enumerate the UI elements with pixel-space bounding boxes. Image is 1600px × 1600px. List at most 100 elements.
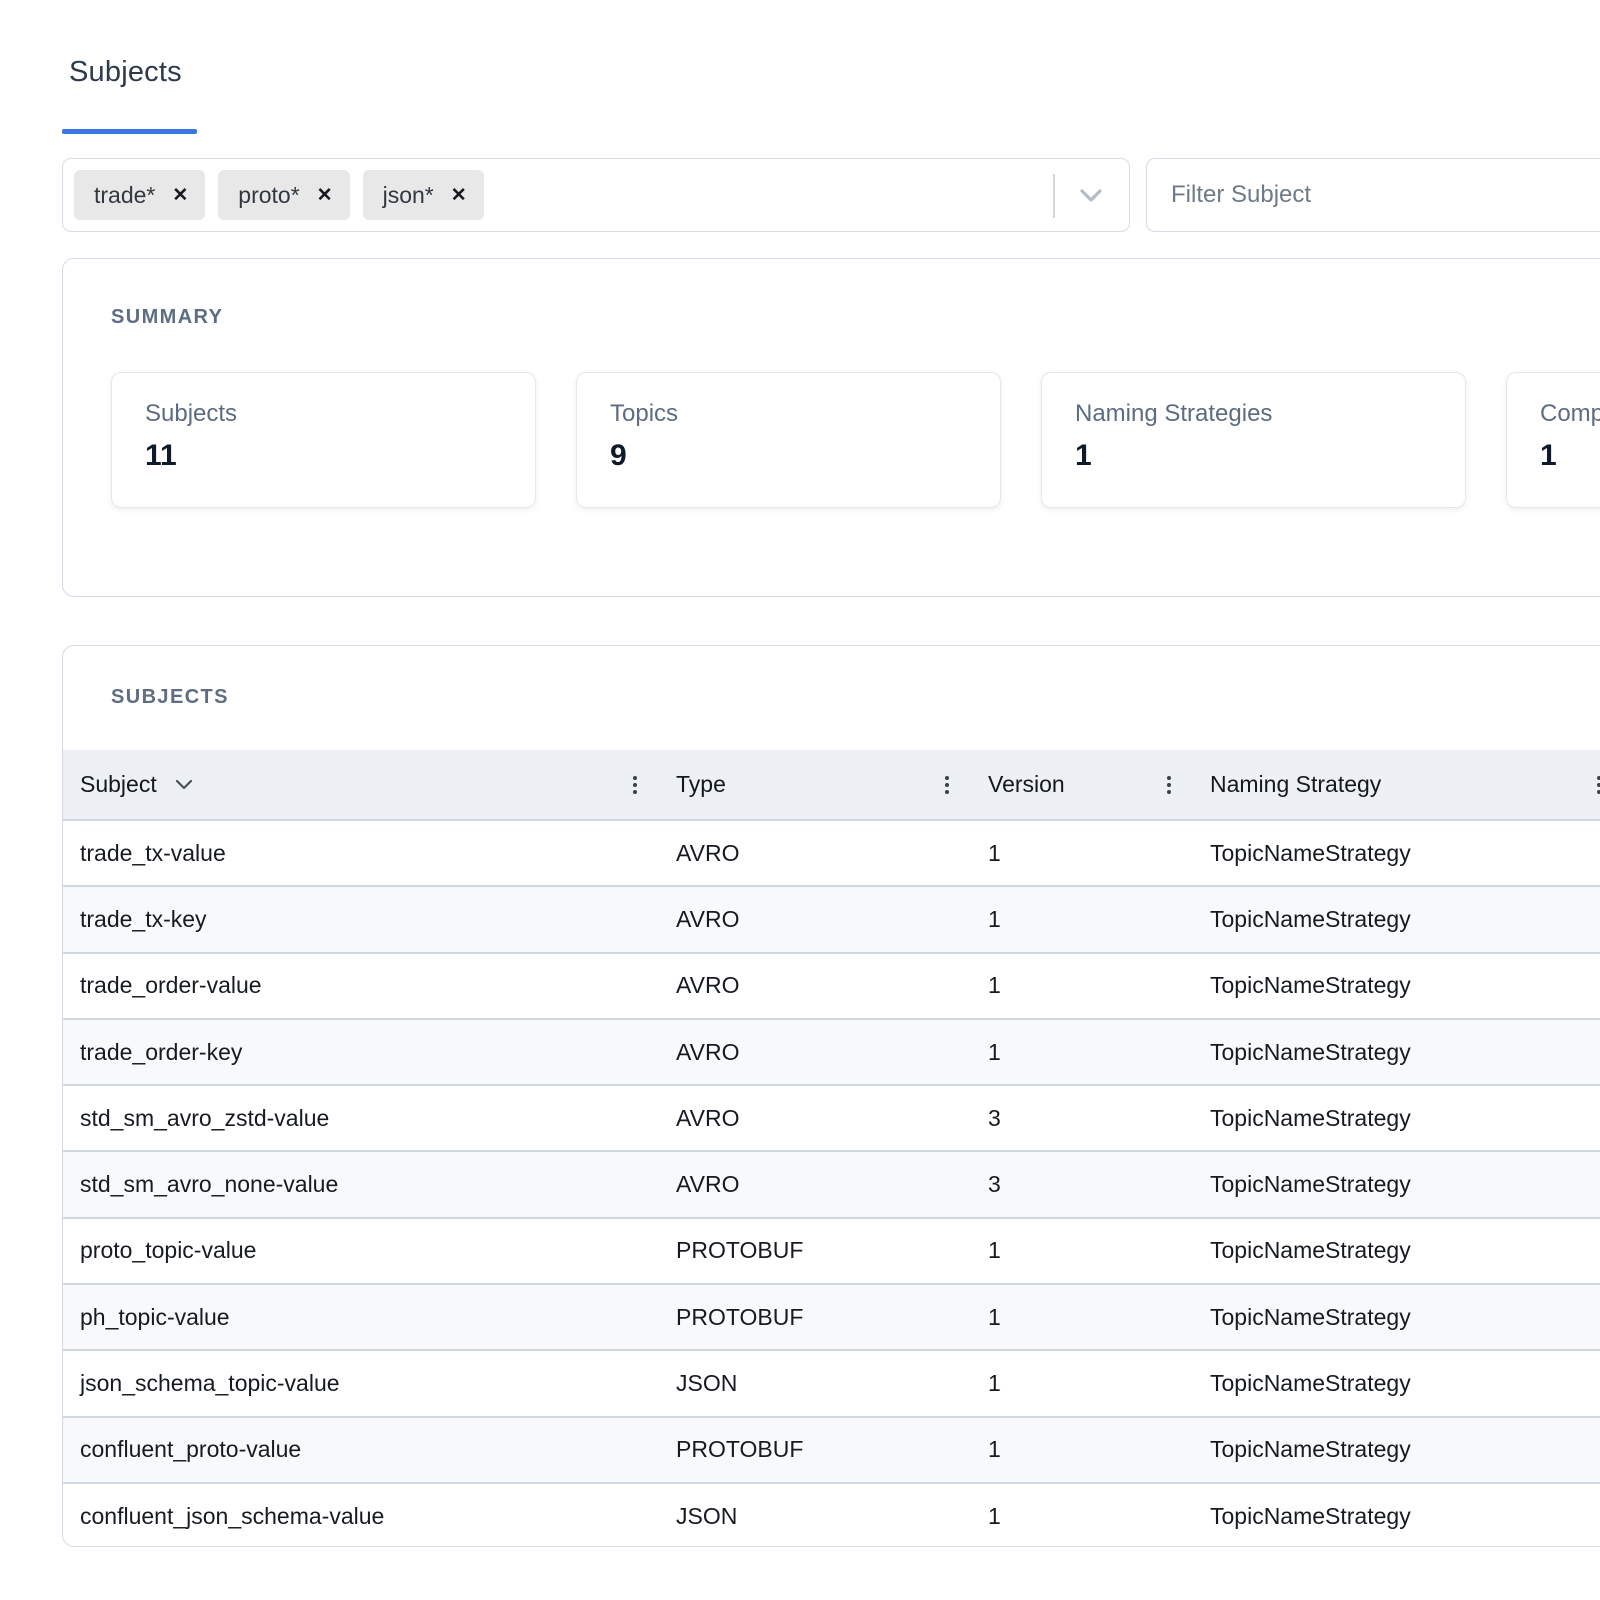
active-tab-underline — [62, 129, 197, 134]
column-header-label: Version — [988, 771, 1065, 798]
subjects-section-title: SUBJECTS — [111, 686, 229, 708]
cell-subject: trade_tx-value — [63, 821, 659, 885]
cell-type: JSON — [659, 1351, 971, 1415]
table-row[interactable]: proto_topic-value PROTOBUF 1 TopicNameSt… — [63, 1217, 1600, 1283]
cell-naming-strategy: TopicNameStrategy — [1193, 1484, 1600, 1547]
column-menu-icon[interactable] — [1167, 776, 1171, 794]
summary-card-topics: Topics 9 — [576, 372, 1001, 508]
table-header-row: Subject Type Version Naming Strategy — [63, 750, 1600, 819]
cell-naming-strategy: TopicNameStrategy — [1193, 1219, 1600, 1283]
filter-chip-list: trade* ✕ proto* ✕ json* ✕ — [74, 170, 484, 220]
remove-chip-icon[interactable]: ✕ — [451, 186, 467, 205]
table-row[interactable]: trade_order-key AVRO 1 TopicNameStrategy — [63, 1018, 1600, 1084]
subject-filter-multiselect[interactable]: trade* ✕ proto* ✕ json* ✕ — [62, 158, 1130, 232]
cell-version: 1 — [971, 1418, 1193, 1482]
card-label: Naming Strategies — [1075, 400, 1465, 428]
cell-type: AVRO — [659, 821, 971, 885]
table-row[interactable]: json_schema_topic-value JSON 1 TopicName… — [63, 1349, 1600, 1415]
cell-subject: trade_tx-key — [63, 887, 659, 951]
cell-subject: proto_topic-value — [63, 1219, 659, 1283]
summary-card-subjects: Subjects 11 — [111, 372, 536, 508]
cell-type: AVRO — [659, 954, 971, 1018]
cell-subject: confluent_proto-value — [63, 1418, 659, 1482]
column-header-label: Type — [676, 771, 726, 798]
cell-type: AVRO — [659, 887, 971, 951]
card-label: Subjects — [145, 400, 535, 428]
column-header-subject[interactable]: Subject — [63, 750, 659, 819]
column-menu-icon[interactable] — [633, 776, 637, 794]
card-value: 1 — [1540, 439, 1600, 473]
table-row[interactable]: ph_topic-value PROTOBUF 1 TopicNameStrat… — [63, 1283, 1600, 1349]
cell-type: PROTOBUF — [659, 1285, 971, 1349]
cell-naming-strategy: TopicNameStrategy — [1193, 954, 1600, 1018]
summary-card-compatibility: Compa 1 — [1506, 372, 1600, 508]
cell-version: 1 — [971, 954, 1193, 1018]
chip-label: json* — [383, 182, 434, 209]
filter-chip-trade[interactable]: trade* ✕ — [74, 170, 205, 220]
card-label: Topics — [610, 400, 1000, 428]
multiselect-divider — [1053, 174, 1055, 218]
chip-label: proto* — [238, 182, 299, 209]
card-value: 1 — [1075, 439, 1465, 473]
cell-version: 1 — [971, 1285, 1193, 1349]
cell-version: 3 — [971, 1152, 1193, 1216]
cell-subject: std_sm_avro_zstd-value — [63, 1086, 659, 1150]
summary-section-title: SUMMARY — [111, 306, 223, 329]
page: Subjects trade* ✕ proto* ✕ json* ✕ SUMMA… — [0, 0, 1600, 1600]
cell-naming-strategy: TopicNameStrategy — [1193, 1418, 1600, 1482]
subjects-panel: SUBJECTS Subject Type Version Naming Str… — [62, 645, 1600, 1547]
cell-naming-strategy: TopicNameStrategy — [1193, 887, 1600, 951]
chevron-down-icon[interactable] — [1079, 188, 1103, 204]
column-header-naming-strategy[interactable]: Naming Strategy — [1193, 750, 1600, 819]
cell-version: 1 — [971, 1484, 1193, 1547]
cell-subject: json_schema_topic-value — [63, 1351, 659, 1415]
cell-subject: trade_order-key — [63, 1020, 659, 1084]
cell-subject: std_sm_avro_none-value — [63, 1152, 659, 1216]
column-menu-icon[interactable] — [945, 776, 949, 794]
cell-subject: ph_topic-value — [63, 1285, 659, 1349]
table-row[interactable]: trade_tx-value AVRO 1 TopicNameStrategy — [63, 819, 1600, 885]
subjects-section-title-area: SUBJECTS — [63, 646, 1600, 750]
table-row[interactable]: confluent_proto-value PROTOBUF 1 TopicNa… — [63, 1416, 1600, 1482]
subject-filter-input[interactable] — [1146, 158, 1600, 232]
column-header-version[interactable]: Version — [971, 750, 1193, 819]
cell-subject: confluent_json_schema-value — [63, 1484, 659, 1547]
card-value: 11 — [145, 439, 535, 473]
cell-type: PROTOBUF — [659, 1418, 971, 1482]
column-header-label: Subject — [80, 771, 157, 798]
cell-version: 1 — [971, 1020, 1193, 1084]
cell-naming-strategy: TopicNameStrategy — [1193, 1285, 1600, 1349]
cell-type: AVRO — [659, 1086, 971, 1150]
cell-naming-strategy: TopicNameStrategy — [1193, 821, 1600, 885]
cell-type: AVRO — [659, 1020, 971, 1084]
table-row[interactable]: trade_order-value AVRO 1 TopicNameStrate… — [63, 952, 1600, 1018]
table-row[interactable]: trade_tx-key AVRO 1 TopicNameStrategy — [63, 885, 1600, 951]
cell-version: 1 — [971, 1351, 1193, 1415]
cell-subject: trade_order-value — [63, 954, 659, 1018]
remove-chip-icon[interactable]: ✕ — [172, 186, 188, 205]
table-row[interactable]: std_sm_avro_zstd-value AVRO 3 TopicNameS… — [63, 1084, 1600, 1150]
column-header-type[interactable]: Type — [659, 750, 971, 819]
filter-chip-proto[interactable]: proto* ✕ — [218, 170, 349, 220]
cell-naming-strategy: TopicNameStrategy — [1193, 1020, 1600, 1084]
cell-version: 3 — [971, 1086, 1193, 1150]
cell-type: JSON — [659, 1484, 971, 1547]
column-header-label: Naming Strategy — [1210, 771, 1381, 798]
summary-card-naming-strategies: Naming Strategies 1 — [1041, 372, 1466, 508]
chip-label: trade* — [94, 182, 155, 209]
cell-version: 1 — [971, 1219, 1193, 1283]
cell-version: 1 — [971, 821, 1193, 885]
cell-type: AVRO — [659, 1152, 971, 1216]
table-row[interactable]: std_sm_avro_none-value AVRO 3 TopicNameS… — [63, 1150, 1600, 1216]
summary-cards: Subjects 11 Topics 9 Naming Strategies 1… — [111, 372, 1600, 508]
cell-naming-strategy: TopicNameStrategy — [1193, 1086, 1600, 1150]
remove-chip-icon[interactable]: ✕ — [317, 186, 333, 205]
sort-chevron-down-icon — [175, 779, 193, 791]
filter-chip-json[interactable]: json* ✕ — [363, 170, 484, 220]
cell-naming-strategy: TopicNameStrategy — [1193, 1351, 1600, 1415]
tab-subjects[interactable]: Subjects — [69, 56, 182, 89]
cell-naming-strategy: TopicNameStrategy — [1193, 1152, 1600, 1216]
table-row[interactable]: confluent_json_schema-value JSON 1 Topic… — [63, 1482, 1600, 1547]
cell-version: 1 — [971, 887, 1193, 951]
summary-panel: SUMMARY Subjects 11 Topics 9 Naming Stra… — [62, 258, 1600, 597]
